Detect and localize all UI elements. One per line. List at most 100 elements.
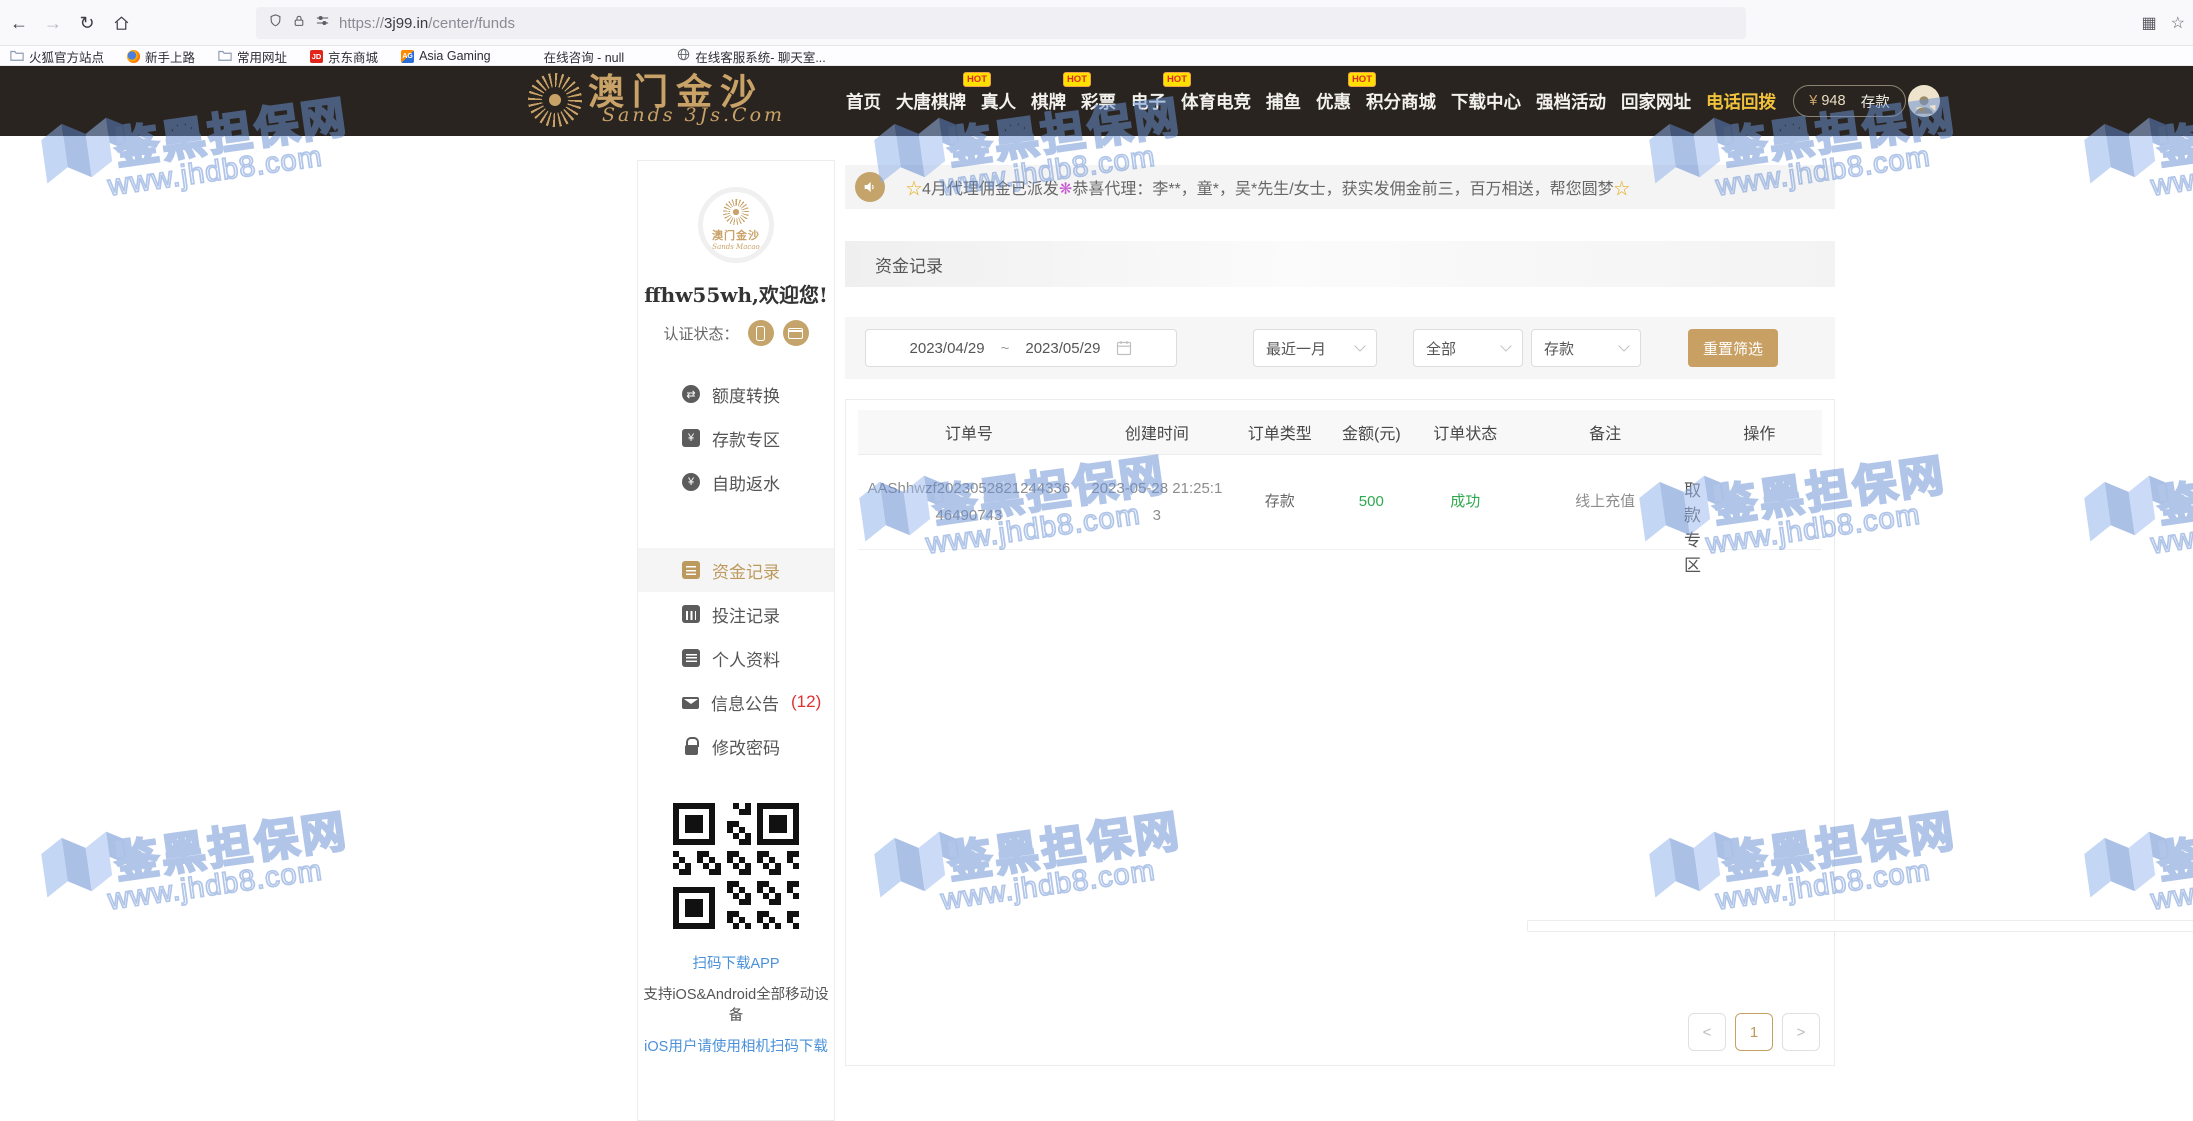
category-select[interactable]: 存款 bbox=[1531, 329, 1641, 367]
next-page-button[interactable]: > bbox=[1782, 1013, 1820, 1051]
home-icon[interactable] bbox=[106, 8, 136, 38]
site-header: 澳门金沙 Sands 3Js.Com 首页大唐棋牌HOT 真人棋牌HOT 彩票电子H… bbox=[0, 66, 2193, 136]
cell-amount: 500 bbox=[1326, 454, 1418, 549]
watermark-site: www.jhdb8.com bbox=[2149, 499, 2193, 562]
phone-verified-icon[interactable] bbox=[748, 320, 774, 346]
qr-code bbox=[670, 800, 802, 932]
sidebar-item-修改密码[interactable]: 修改密码 bbox=[638, 724, 834, 768]
brand-logo[interactable]: 澳门金沙 Sands 3Js.Com bbox=[528, 73, 785, 127]
prev-page-button[interactable]: < bbox=[1688, 1013, 1726, 1051]
watermark-site: www.jhdb8.com bbox=[106, 855, 325, 918]
nav-item[interactable]: 优惠HOT bbox=[1316, 89, 1351, 114]
profile-icon bbox=[682, 649, 700, 667]
sidebar-item-存款专区[interactable]: ¥ 存款专区 bbox=[638, 416, 834, 460]
cell-order-type: 存款 bbox=[1234, 454, 1326, 549]
cell-created-at: 2023-05-28 21:25:13 bbox=[1080, 454, 1234, 549]
sidebar: 澳门金沙 Sands Macao ffhw55wh,欢迎您! 认证状态： ⇄额度… bbox=[637, 160, 835, 1121]
watermark-site: www.jhdb8.com bbox=[2149, 855, 2193, 918]
chevron-down-icon bbox=[1618, 340, 1629, 351]
watermark-brand: 鉴黑担保网 bbox=[2153, 439, 2193, 535]
globe-icon bbox=[677, 48, 690, 64]
sidebar-item-个人资料[interactable]: 个人资料 bbox=[638, 636, 834, 680]
sidebar-item-资金记录[interactable]: 资金记录 bbox=[638, 548, 834, 592]
sidebar-item-额度转换[interactable]: ⇄额度转换 bbox=[638, 372, 834, 416]
folder-icon bbox=[218, 49, 232, 64]
calendar-icon bbox=[1116, 340, 1132, 356]
forward-icon[interactable]: → bbox=[38, 8, 68, 38]
bookmark-item[interactable]: AGAsia Gaming bbox=[401, 49, 491, 63]
nav-item[interactable]: 强档活动 bbox=[1536, 89, 1606, 114]
welcome-text: ffhw55wh,欢迎您! bbox=[638, 279, 834, 308]
screen: ← → ↻ https://3j99.in/center/funds ▦ ☆ 火… bbox=[0, 0, 2193, 1121]
reset-filter-button[interactable]: 重置筛选 bbox=[1688, 329, 1778, 367]
sidebar-item-信息公告[interactable]: 信息公告 (12) bbox=[638, 680, 834, 724]
sidebar-item-取款专区[interactable]: 取款专区 bbox=[638, 504, 834, 548]
nav-item[interactable]: 回家网址 bbox=[1621, 89, 1691, 114]
bookmark-label: 京东商城 bbox=[328, 47, 378, 66]
unread-count: (12) bbox=[791, 692, 821, 712]
nav-item[interactable]: 彩票 bbox=[1081, 89, 1116, 114]
url-bar[interactable]: https://3j99.in/center/funds bbox=[256, 7, 1746, 39]
qr-download-link[interactable]: 扫码下载APP bbox=[638, 952, 834, 973]
type-select[interactable]: 全部 bbox=[1413, 329, 1523, 367]
bookmark-label: 在线咨询 - null bbox=[544, 47, 625, 66]
sidebar-item-label: 自助返水 bbox=[712, 470, 780, 495]
column-header: 订单状态 bbox=[1417, 410, 1513, 454]
cell-remark: 线上充值 bbox=[1514, 454, 1697, 549]
column-header: 订单类型 bbox=[1234, 410, 1326, 454]
chevron-down-icon bbox=[1500, 340, 1511, 351]
balance-pill[interactable]: ¥ 948 存款 bbox=[1793, 85, 1906, 117]
cell-order-no: AAShhwzf202305282124433646490743 bbox=[858, 454, 1080, 549]
nav-item[interactable]: 首页 bbox=[846, 89, 881, 114]
sidebar-item-label: 信息公告 bbox=[711, 690, 779, 715]
nav-item[interactable]: 大唐棋牌HOT bbox=[896, 89, 966, 114]
nav-item[interactable]: 电子HOT bbox=[1131, 89, 1166, 114]
bookmark-label: 火狐官方站点 bbox=[29, 47, 104, 66]
lock-icon[interactable] bbox=[292, 14, 306, 33]
deposit-icon: ¥ bbox=[682, 429, 700, 447]
date-to: 2023/05/29 bbox=[1025, 340, 1100, 357]
hot-badge: HOT bbox=[963, 72, 991, 87]
browser-toolbar: ← → ↻ https://3j99.in/center/funds ▦ ☆ bbox=[0, 0, 2193, 46]
date-range-input[interactable]: 2023/04/29 ~ 2023/05/29 bbox=[865, 329, 1177, 367]
announcement-text: ☆4月代理佣金已派发❋恭喜代理：李**，童*，吴*先生/女士，获实发佣金前三，百… bbox=[906, 175, 1630, 199]
jd-icon: JD bbox=[310, 50, 323, 63]
permissions-icon[interactable] bbox=[315, 14, 330, 32]
column-header: 备注 bbox=[1514, 410, 1697, 454]
bookmark-star-icon[interactable]: ☆ bbox=[2171, 13, 2185, 33]
bookmark-item[interactable]: 常用网址 bbox=[218, 47, 287, 66]
sidebar-item-label: 资金记录 bbox=[712, 558, 780, 583]
current-page-button[interactable]: 1 bbox=[1735, 1013, 1773, 1051]
sidebar-item-自助返水[interactable]: ¥ 自助返水 bbox=[638, 460, 834, 504]
sidebar-item-投注记录[interactable]: 投注记录 bbox=[638, 592, 834, 636]
nav-item[interactable]: 电话回拨 bbox=[1706, 89, 1776, 114]
user-avatar[interactable] bbox=[1908, 85, 1940, 117]
date-from: 2023/04/29 bbox=[910, 340, 985, 357]
screenshot-grid-icon[interactable]: ▦ bbox=[2142, 13, 2157, 33]
bookmark-item[interactable]: 在线咨询 - null bbox=[544, 47, 625, 66]
reload-icon[interactable]: ↻ bbox=[72, 8, 102, 38]
rebate-icon: ¥ bbox=[682, 473, 700, 491]
mail-icon bbox=[682, 697, 699, 709]
url-text[interactable]: https://3j99.in/center/funds bbox=[339, 15, 515, 32]
deposit-button[interactable]: 存款 bbox=[1861, 91, 1890, 112]
sidebar-item-label: 存款专区 bbox=[712, 426, 780, 451]
bookmark-item[interactable]: 新手上路 bbox=[127, 47, 195, 66]
auth-status-label: 认证状态： bbox=[663, 323, 738, 344]
nav-item[interactable]: 真人 bbox=[981, 89, 1016, 114]
nav-item[interactable]: 下载中心 bbox=[1451, 89, 1521, 114]
nav-item[interactable]: 棋牌HOT bbox=[1031, 89, 1066, 114]
back-icon[interactable]: ← bbox=[4, 8, 34, 38]
sidebar-logo: 澳门金沙 Sands Macao bbox=[698, 187, 774, 263]
firefox-icon bbox=[127, 50, 140, 63]
bookmark-item[interactable]: JD 京东商城 bbox=[310, 47, 378, 66]
nav-item[interactable]: 积分商城 bbox=[1366, 89, 1436, 114]
sidebar-brand-name: 澳门金沙 bbox=[712, 227, 760, 243]
nav-item[interactable]: 体育电竞 bbox=[1181, 89, 1251, 114]
range-select[interactable]: 最近一月 bbox=[1253, 329, 1377, 367]
bookmark-item[interactable]: 火狐官方站点 bbox=[10, 47, 104, 66]
bookmark-item[interactable]: 在线客服系统- 聊天室... bbox=[677, 47, 826, 66]
shield-icon[interactable] bbox=[268, 13, 283, 33]
nav-item[interactable]: 捕鱼 bbox=[1266, 89, 1301, 114]
bankcard-verified-icon[interactable] bbox=[783, 320, 809, 346]
